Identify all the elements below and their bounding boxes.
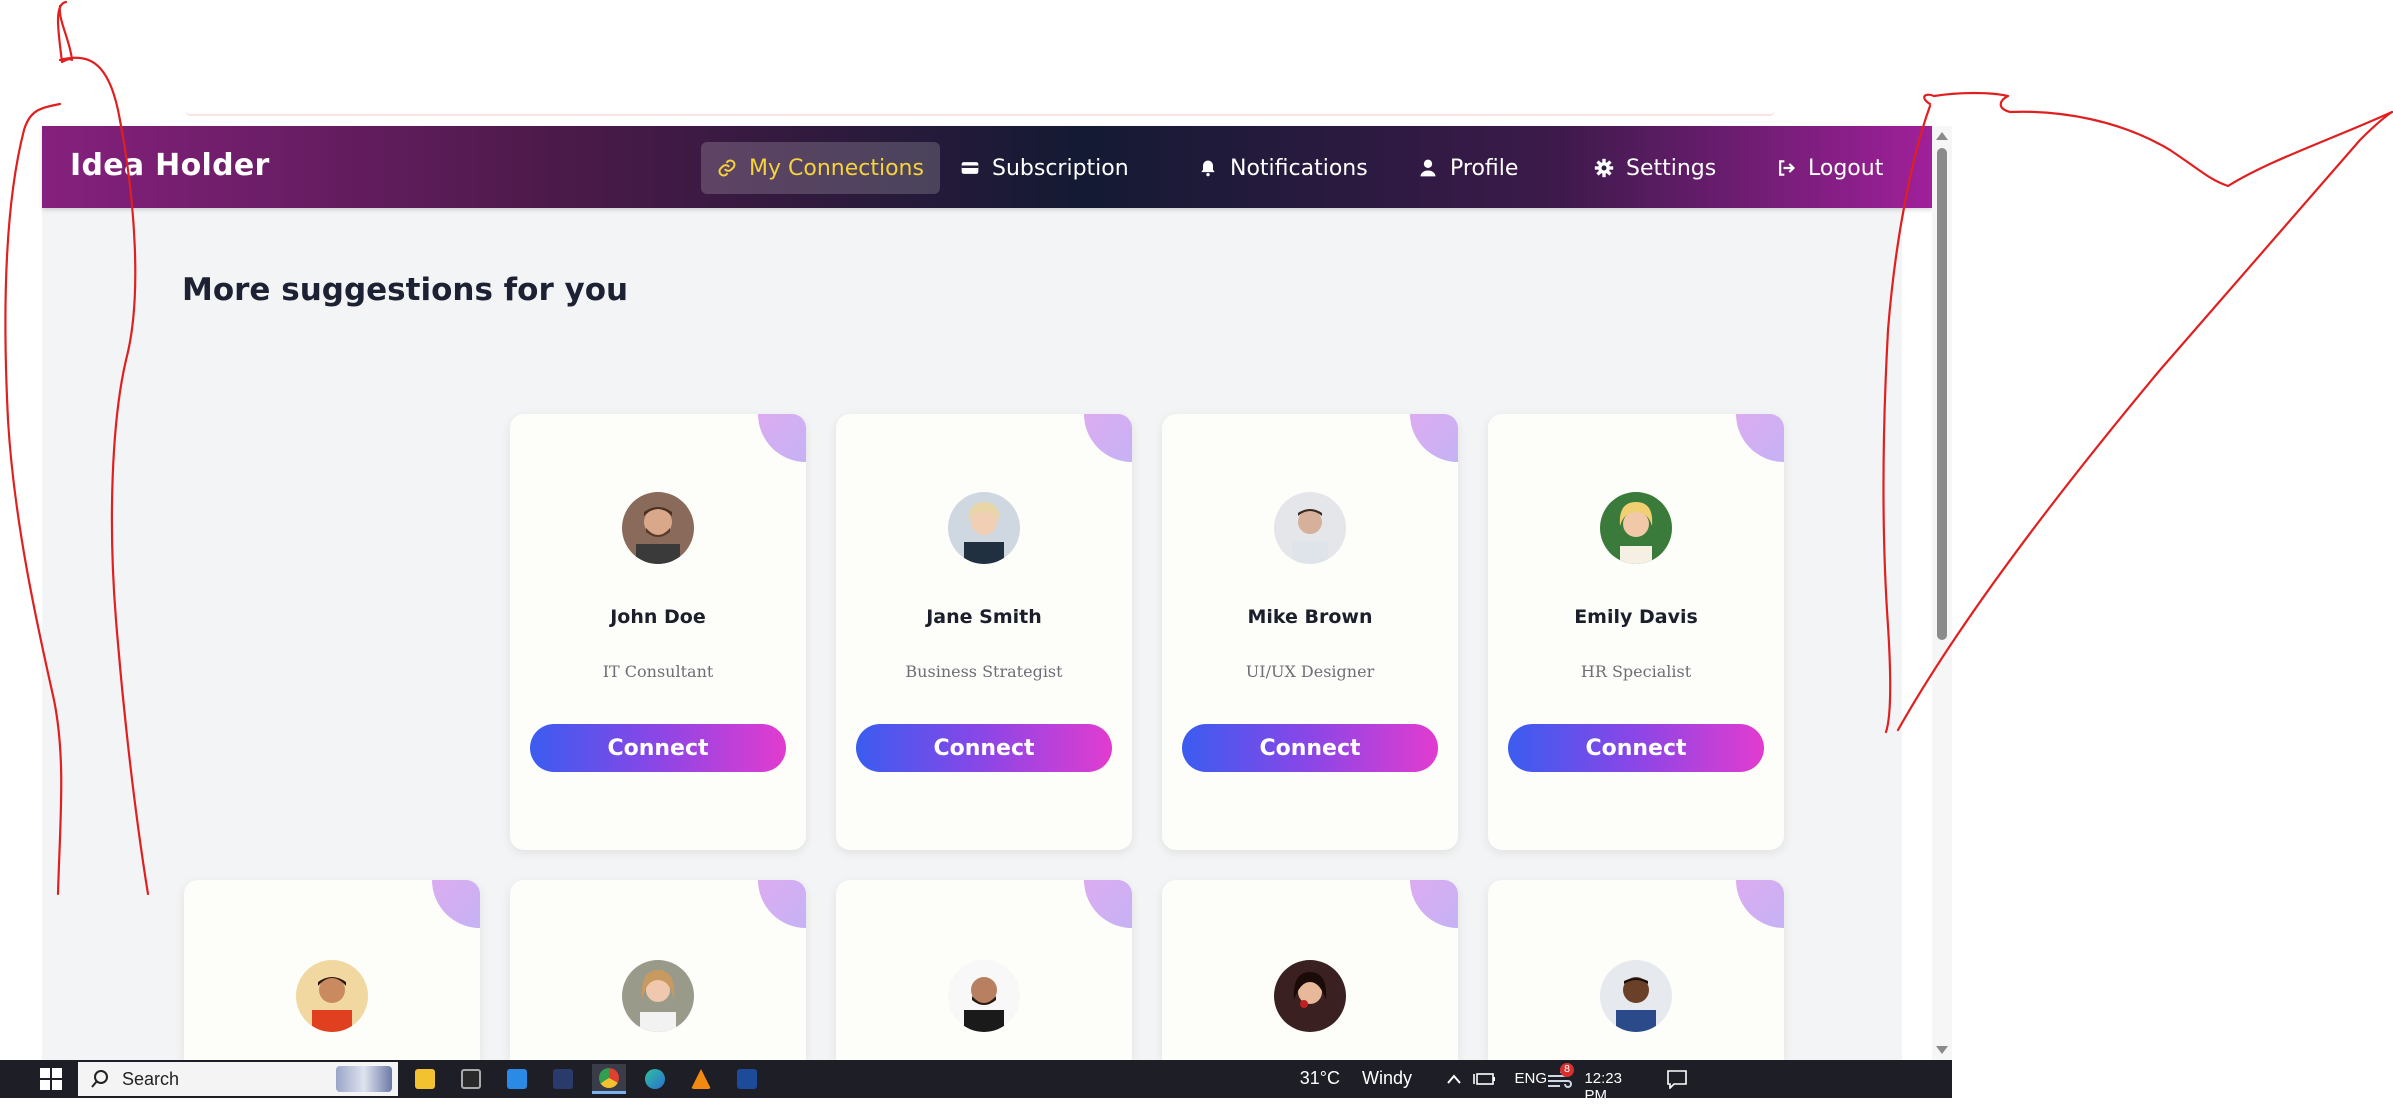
avatar <box>1600 960 1672 1032</box>
avatar <box>1600 492 1672 564</box>
card-decoration <box>758 414 806 462</box>
scrollbar-thumb[interactable] <box>1937 148 1947 640</box>
card-role: UI/UX Designer <box>1245 662 1375 681</box>
windows-taskbar: Search 8 31°C Windy ENG 12:23 PM <box>0 1060 1952 1104</box>
weather-condition[interactable]: Windy <box>1362 1068 1412 1089</box>
link-icon <box>718 159 736 177</box>
file-explorer-icon[interactable] <box>408 1064 442 1094</box>
suggestion-card <box>1488 880 1784 1060</box>
avatar <box>296 960 368 1032</box>
suggestion-card <box>1162 880 1458 1060</box>
chevron-up-icon[interactable] <box>1446 1072 1462 1086</box>
scroll-up-arrow-icon[interactable] <box>1936 132 1948 140</box>
avatar <box>948 492 1020 564</box>
nav-label: Notifications <box>1230 155 1368 181</box>
nav-label: Subscription <box>992 155 1129 181</box>
connect-button[interactable]: Connect <box>1508 724 1764 772</box>
logout-icon <box>1779 160 1796 176</box>
card-name: Jane Smith <box>926 606 1042 628</box>
action-center-icon[interactable] <box>1666 1069 1688 1089</box>
vlc-icon[interactable] <box>684 1064 718 1094</box>
nav-label: Settings <box>1626 155 1717 181</box>
language-indicator[interactable]: ENG <box>1514 1070 1547 1087</box>
card-role: Business Strategist <box>905 662 1063 681</box>
brand-logo[interactable]: Idea Holder <box>70 148 270 183</box>
card-decoration <box>1410 414 1458 462</box>
nav-label: My Connections <box>749 155 924 181</box>
card-name: John Doe <box>610 606 706 628</box>
terminal-icon[interactable] <box>454 1064 488 1094</box>
avatar <box>948 960 1020 1032</box>
suggestion-card: Jane Smith Business Strategist Connect <box>836 414 1132 850</box>
edge-icon[interactable] <box>638 1064 672 1094</box>
nav-subscription[interactable]: Subscription <box>944 142 1145 194</box>
windows-start-icon[interactable] <box>40 1068 64 1092</box>
taskbar-search[interactable]: Search <box>78 1062 398 1096</box>
user-icon <box>1420 159 1436 177</box>
card-decoration <box>1084 414 1132 462</box>
nav-profile[interactable]: Profile <box>1402 142 1534 194</box>
nav-label: Profile <box>1450 155 1519 181</box>
connect-button[interactable]: Connect <box>1182 724 1438 772</box>
avatar <box>622 960 694 1032</box>
suggestion-card <box>184 880 480 1060</box>
search-highlight-image <box>336 1066 392 1092</box>
scroll-down-arrow-icon[interactable] <box>1936 1046 1948 1054</box>
nav-notifications[interactable]: Notifications <box>1182 142 1384 194</box>
card-decoration <box>758 880 806 928</box>
card-role: HR Specialist <box>1580 662 1692 681</box>
card-decoration <box>1736 880 1784 928</box>
notification-badge: 8 <box>1560 1063 1574 1077</box>
nav-my-connections[interactable]: My Connections <box>701 142 940 194</box>
app-icon[interactable] <box>730 1064 764 1094</box>
search-label: Search <box>122 1068 180 1089</box>
nav-settings[interactable]: Settings <box>1578 142 1732 194</box>
credit-card-icon <box>961 162 979 174</box>
nav-label: Logout <box>1808 155 1884 181</box>
top-navbar: Idea Holder My Connections Subscription … <box>42 126 1932 208</box>
search-icon <box>91 1070 108 1088</box>
avatar <box>1274 960 1346 1032</box>
nav-logout[interactable]: Logout <box>1760 142 1899 194</box>
vscode-icon[interactable] <box>500 1064 534 1094</box>
suggestion-card <box>510 880 806 1060</box>
card-decoration <box>1736 414 1784 462</box>
suggestion-card: John Doe IT Consultant Connect <box>510 414 806 850</box>
avatar <box>622 492 694 564</box>
card-decoration <box>1084 880 1132 928</box>
gear-icon <box>1594 158 1614 178</box>
bell-icon <box>1201 160 1215 177</box>
chrome-icon[interactable] <box>592 1064 626 1094</box>
connect-button[interactable]: Connect <box>856 724 1112 772</box>
card-name: Emily Davis <box>1574 606 1698 628</box>
suggestion-card: Mike Brown UI/UX Designer Connect <box>1162 414 1458 850</box>
suggestion-card: Emily Davis HR Specialist Connect <box>1488 414 1784 850</box>
battery-icon[interactable] <box>1473 1072 1497 1086</box>
connect-button[interactable]: Connect <box>530 724 786 772</box>
app-icon[interactable] <box>546 1064 580 1094</box>
section-title: More suggestions for you <box>182 272 629 308</box>
card-name: Mike Brown <box>1247 606 1373 628</box>
page-top-strip <box>185 106 1775 116</box>
avatar <box>1274 492 1346 564</box>
system-clock[interactable]: 12:23 PM <box>1584 1070 1622 1104</box>
card-decoration <box>1410 880 1458 928</box>
weather-temperature[interactable]: 31°C <box>1300 1068 1340 1089</box>
card-role: IT Consultant <box>602 662 714 681</box>
suggestion-card <box>836 880 1132 1060</box>
vertical-scrollbar[interactable] <box>1932 126 1952 1060</box>
card-decoration <box>432 880 480 928</box>
